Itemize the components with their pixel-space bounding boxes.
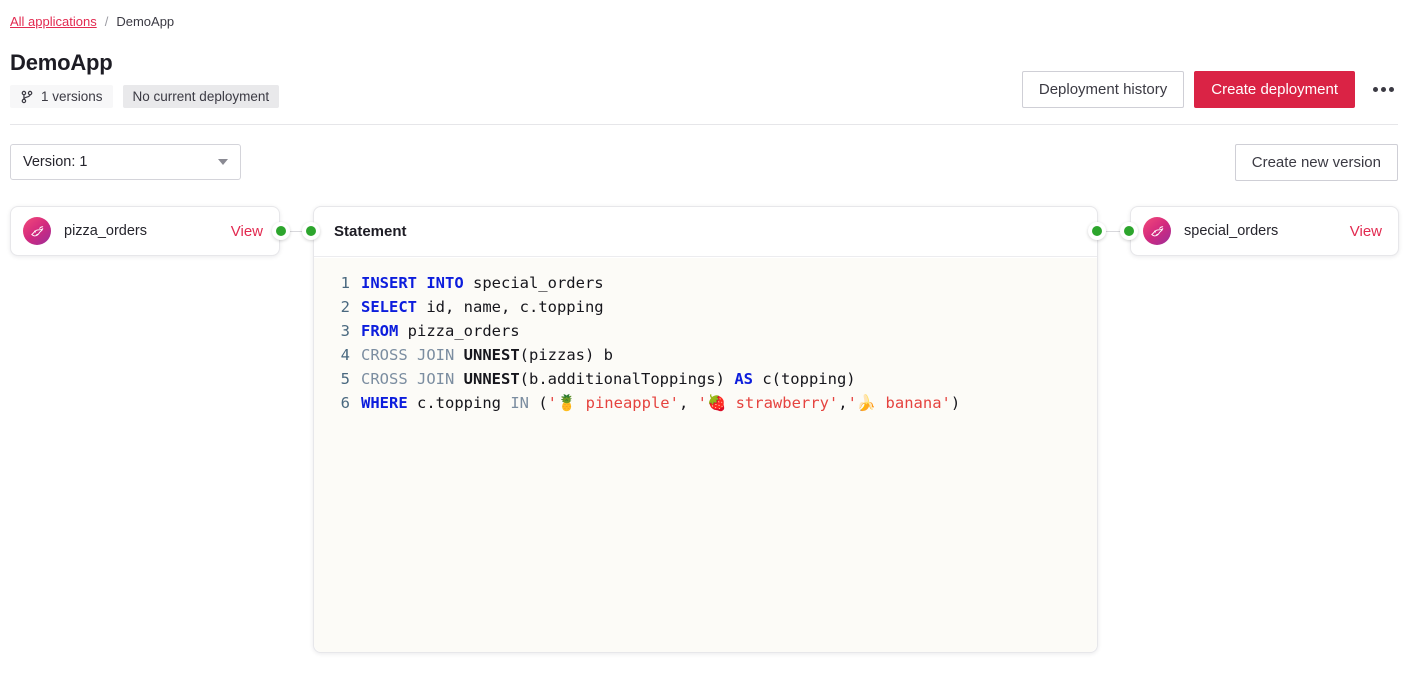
page-header-left: DemoApp 1 versions No current deployment — [10, 50, 279, 108]
code-token: '🍍 pineapple' — [548, 394, 679, 412]
breadcrumb-current-page: DemoApp — [116, 14, 174, 29]
line-number: 4 — [324, 343, 350, 367]
create-new-version-button[interactable]: Create new version — [1235, 144, 1398, 181]
flink-logo-icon — [1143, 217, 1171, 245]
deployment-history-button[interactable]: Deployment history — [1022, 71, 1184, 108]
code-line: 4 CROSS JOIN UNNEST(pizzas) b — [324, 343, 1087, 367]
code-token: IN — [510, 394, 529, 412]
code-token: FROM — [361, 322, 398, 340]
code-token: WHERE — [361, 394, 408, 412]
code-token: (b.additionalToppings) — [520, 370, 735, 388]
source-node-name: pizza_orders — [64, 223, 218, 239]
deployment-status-badge: No current deployment — [123, 85, 280, 108]
sink-node-card: special_orders View — [1130, 206, 1399, 256]
code-token: '🍓 strawberry' — [698, 394, 839, 412]
code-token: UNNEST — [464, 370, 520, 388]
versions-badge-label: 1 versions — [41, 89, 103, 104]
source-node-card: pizza_orders View — [10, 206, 280, 256]
code-token: '🍌 banana' — [848, 394, 951, 412]
application-page: All applications / DemoApp DemoApp 1 — [0, 0, 1408, 684]
code-token: , — [838, 394, 847, 412]
code-token: pizza_orders — [398, 322, 519, 340]
flink-logo-icon — [23, 217, 51, 245]
code-token: c.topping — [408, 394, 511, 412]
code-token: INSERT INTO — [361, 274, 464, 292]
code-line: 1 INSERT INTO special_orders — [324, 271, 1087, 295]
source-output-port — [272, 222, 290, 240]
code-token: c(topping) — [753, 370, 856, 388]
code-token: CROSS JOIN — [361, 370, 454, 388]
create-deployment-button[interactable]: Create deployment — [1194, 71, 1355, 108]
breadcrumb-separator: / — [105, 14, 109, 29]
code-token: , — [679, 394, 698, 412]
code-token: UNNEST — [464, 346, 520, 364]
sink-view-link[interactable]: View — [1350, 223, 1382, 240]
header-divider — [10, 124, 1398, 125]
source-view-link[interactable]: View — [231, 223, 263, 240]
code-token: special_orders — [464, 274, 604, 292]
statement-card: Statement 1 INSERT INTO special_orders 2 SE… — [313, 206, 1098, 653]
version-select-value: Version: 1 — [23, 154, 88, 170]
statement-output-port — [1088, 222, 1106, 240]
line-number: 1 — [324, 271, 350, 295]
page-header: DemoApp 1 versions No current deployment — [10, 50, 1398, 108]
sql-code-viewer: 1 INSERT INTO special_orders 2 SELECT id, n… — [314, 258, 1097, 652]
versions-badge: 1 versions — [10, 85, 113, 108]
pipeline-canvas: pizza_orders View Statement 1 INSERT INTO… — [10, 206, 1398, 676]
sink-node-name: special_orders — [1184, 223, 1337, 239]
version-toolbar: Version: 1 Create new version — [10, 144, 1398, 181]
code-token: SELECT — [361, 298, 417, 316]
statement-card-title: Statement — [314, 207, 1097, 257]
breadcrumb: All applications / DemoApp — [10, 0, 1398, 29]
code-token: AS — [734, 370, 753, 388]
code-token: CROSS JOIN — [361, 346, 454, 364]
sink-input-port — [1120, 222, 1138, 240]
breadcrumb-all-applications-link[interactable]: All applications — [10, 14, 97, 29]
code-token: id, name, c.topping — [417, 298, 604, 316]
more-options-button[interactable] — [1369, 77, 1398, 102]
line-number: 3 — [324, 319, 350, 343]
statement-input-port — [302, 222, 320, 240]
line-number: 2 — [324, 295, 350, 319]
line-number: 5 — [324, 367, 350, 391]
code-token — [454, 346, 463, 364]
line-number: 6 — [324, 391, 350, 415]
code-line: 2 SELECT id, name, c.topping — [324, 295, 1087, 319]
version-select[interactable]: Version: 1 — [10, 144, 241, 180]
git-branch-icon — [20, 90, 34, 104]
code-line: 6 WHERE c.topping IN ('🍍 pineapple', '🍓 s… — [324, 391, 1087, 415]
code-token — [454, 370, 463, 388]
code-line: 3 FROM pizza_orders — [324, 319, 1087, 343]
header-actions: Deployment history Create deployment — [1022, 70, 1398, 108]
code-line: 5 CROSS JOIN UNNEST(b.additionalToppings)… — [324, 367, 1087, 391]
code-token: ( — [529, 394, 548, 412]
chevron-down-icon — [218, 159, 228, 165]
code-token: (pizzas) b — [520, 346, 613, 364]
code-token: ) — [951, 394, 960, 412]
page-title: DemoApp — [10, 50, 279, 76]
badges-row: 1 versions No current deployment — [10, 85, 279, 108]
ellipsis-icon — [1373, 87, 1394, 92]
